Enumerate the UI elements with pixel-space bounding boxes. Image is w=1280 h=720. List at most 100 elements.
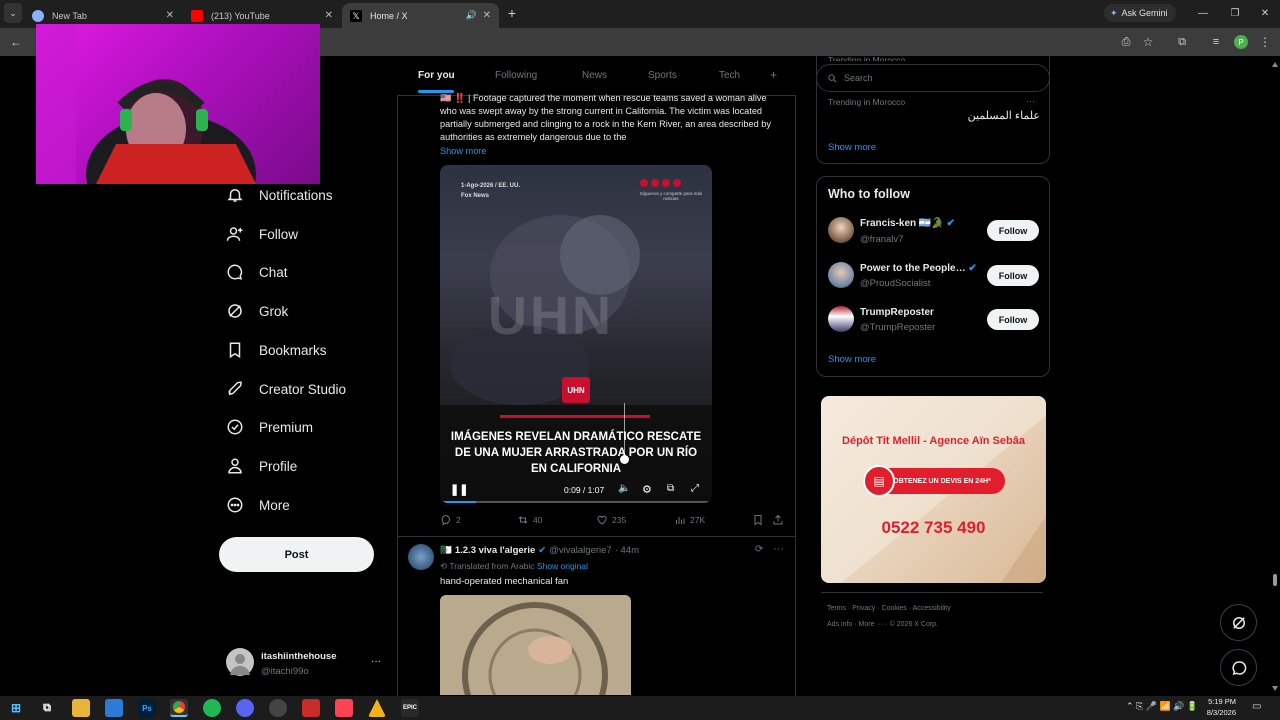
valorant-icon[interactable] <box>335 699 353 717</box>
tab-for-you[interactable]: For you <box>418 70 455 81</box>
trend-title[interactable]: علماء المسلمين <box>900 109 1040 122</box>
footer-terms[interactable]: Terms <box>827 605 846 612</box>
system-tray[interactable]: ⌃ ⎘ 🎤 📶 🔊 🔋 <box>1126 701 1198 712</box>
nav-item-profile[interactable]: Profile <box>226 451 297 481</box>
chrome-icon[interactable] <box>170 699 188 717</box>
messages-fab[interactable] <box>1220 649 1257 686</box>
photoshop-icon[interactable]: Ps <box>138 699 156 717</box>
show-original-link[interactable]: Show original <box>537 561 588 571</box>
views-action[interactable]: 27K <box>674 514 705 526</box>
nav-item-creator-studio[interactable]: Creator Studio <box>226 374 346 404</box>
author-name[interactable]: 1.2.3 viva l'algerie <box>455 545 535 556</box>
repost-action[interactable]: 40 <box>517 514 542 526</box>
account-name[interactable]: itashiinthehouse <box>261 651 336 662</box>
trends-show-more[interactable]: Show more <box>828 142 876 153</box>
follow-button[interactable]: Follow <box>987 309 1039 330</box>
store-icon[interactable] <box>105 699 123 717</box>
close-tab-icon[interactable]: ✕ <box>325 10 333 21</box>
nav-item-grok[interactable]: Grok <box>226 296 288 326</box>
footer-accessibility[interactable]: Accessibility <box>913 605 951 612</box>
browser-menu-icon[interactable]: ⋮ <box>1258 28 1272 56</box>
nav-item-notifications[interactable]: Notifications <box>226 180 333 210</box>
ad-banner[interactable]: Dépôt Tit Mellil - Agence Aïn Sebâa OBTE… <box>821 396 1046 583</box>
window-close-icon[interactable]: ✕ <box>1258 0 1272 26</box>
post-button[interactable]: Post <box>219 537 374 572</box>
suggested-name[interactable]: Power to the People… ✔ <box>860 263 977 274</box>
roblox-icon[interactable] <box>302 699 320 717</box>
ask-gemini-button[interactable]: ✦ Ask Gemini <box>1104 4 1176 22</box>
file-explorer-icon[interactable] <box>72 699 90 717</box>
tab-sports[interactable]: Sports <box>648 70 677 81</box>
video-progress-track[interactable] <box>440 501 712 503</box>
picture-in-picture-icon[interactable]: ⧉ <box>667 483 674 494</box>
tab-audio-icon[interactable]: 🔊 <box>466 10 477 21</box>
nav-item-bookmarks[interactable]: Bookmarks <box>226 335 327 365</box>
tab-x-home[interactable]: 𝕏 Home / X 🔊 ✕ <box>342 3 499 28</box>
extensions-icon[interactable]: ⧉ <box>1174 28 1190 56</box>
tweet-media-image[interactable] <box>440 595 631 695</box>
trend-more-icon[interactable]: ··· <box>1026 96 1035 106</box>
footer-privacy[interactable]: Privacy <box>852 605 875 612</box>
tweet-time[interactable]: · 44m <box>615 545 639 556</box>
github-icon[interactable] <box>269 699 287 717</box>
volume-slider[interactable] <box>624 403 625 463</box>
grok-fab[interactable] <box>1220 604 1257 641</box>
author-handle[interactable]: @vivalalgerie7 <box>549 545 611 556</box>
tab-news[interactable]: News <box>582 70 607 81</box>
share-action[interactable] <box>772 514 788 526</box>
reply-action[interactable]: 2 <box>440 514 461 526</box>
windows-start-icon[interactable]: ⊞ <box>7 699 25 717</box>
avatar[interactable] <box>226 648 254 676</box>
minimize-icon[interactable]: — <box>1196 0 1210 26</box>
bookmark-star-icon[interactable]: ☆ <box>1140 28 1156 56</box>
bookmark-action[interactable] <box>752 514 768 526</box>
avatar[interactable] <box>828 217 854 243</box>
nav-item-more[interactable]: More <box>226 490 290 520</box>
wizard-icon[interactable] <box>368 699 386 717</box>
page-scrollbar[interactable] <box>1270 56 1280 696</box>
clock-time[interactable]: 5:19 PM <box>1196 697 1236 706</box>
new-tab-button[interactable]: + <box>503 0 521 26</box>
footer-ads-info[interactable]: Ads info <box>827 621 852 628</box>
suggested-name[interactable]: TrumpReposter <box>860 307 934 318</box>
search-input[interactable]: Search <box>816 64 1050 92</box>
grok-explain-icon[interactable]: ⟳ <box>755 544 763 555</box>
clock-date[interactable]: 8/3/2026 <box>1196 708 1236 717</box>
tab-search-icon[interactable]: ⌄ <box>4 3 22 23</box>
discord-icon[interactable] <box>236 699 254 717</box>
nav-item-follow[interactable]: Follow <box>226 219 298 249</box>
tweet-more-icon[interactable]: ··· <box>773 543 784 555</box>
avatar[interactable] <box>408 544 434 570</box>
show-more-link[interactable]: Show more <box>440 145 785 158</box>
settings-gear-icon[interactable]: ⚙ <box>642 483 652 496</box>
pause-icon[interactable]: ❚❚ <box>450 483 468 496</box>
scroll-thumb[interactable] <box>1273 574 1277 586</box>
task-view-icon[interactable]: ⧉ <box>38 699 56 717</box>
nav-item-premium[interactable]: Premium <box>226 412 313 442</box>
follow-button[interactable]: Follow <box>987 265 1039 286</box>
like-action[interactable]: 235 <box>596 514 626 526</box>
avatar[interactable] <box>828 262 854 288</box>
volume-icon[interactable]: 🔈 <box>618 483 630 494</box>
back-icon[interactable]: ← <box>8 28 24 56</box>
who-to-follow-show-more[interactable]: Show more <box>828 354 876 365</box>
profile-avatar-icon[interactable]: P <box>1234 35 1248 49</box>
follow-button[interactable]: Follow <box>987 220 1039 241</box>
account-more-icon[interactable]: ··· <box>371 656 381 667</box>
fullscreen-icon[interactable]: ⤢ <box>691 483 699 494</box>
notification-center-icon[interactable]: ▭ <box>1252 701 1261 712</box>
nav-item-chat[interactable]: Chat <box>226 257 288 287</box>
media-controls-icon[interactable]: ≡ <box>1208 28 1224 56</box>
scroll-down-icon[interactable] <box>1272 686 1278 691</box>
tab-following[interactable]: Following <box>495 70 537 81</box>
volume-thumb[interactable] <box>620 455 629 464</box>
install-icon[interactable]: ⎙ <box>1118 28 1134 56</box>
add-tab-icon[interactable]: + <box>770 68 777 82</box>
spotify-icon[interactable] <box>203 699 221 717</box>
tab-tech[interactable]: Tech <box>719 70 740 81</box>
footer-more[interactable]: More ··· <box>859 621 884 628</box>
close-tab-icon[interactable]: ✕ <box>483 10 491 21</box>
footer-cookies[interactable]: Cookies <box>881 605 906 612</box>
close-tab-icon[interactable]: ✕ <box>166 10 174 21</box>
suggested-name[interactable]: Francis-ken 🇦🇷🐊 ✔ <box>860 218 955 229</box>
